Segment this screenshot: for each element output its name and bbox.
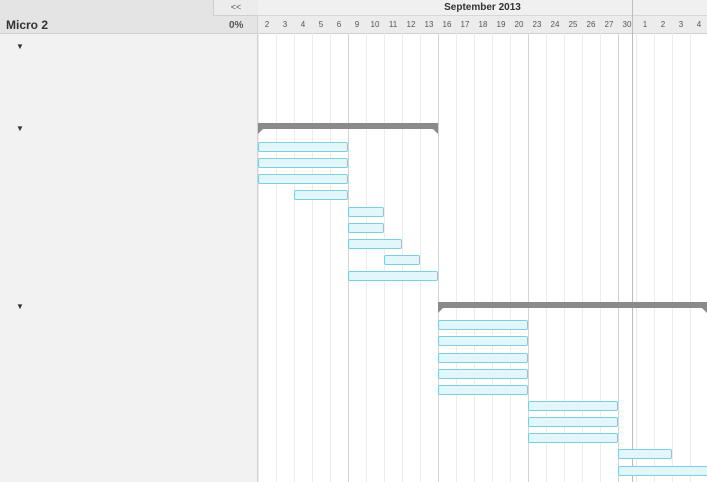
day-label: 3: [282, 20, 288, 29]
grid-line: [366, 33, 367, 482]
day-label: 12: [406, 20, 416, 29]
grid-line: [294, 33, 295, 482]
day-label: 10: [370, 20, 380, 29]
grid-line: [492, 33, 493, 482]
grid-line: [600, 33, 601, 482]
task-bar[interactable]: [438, 336, 528, 346]
project-title: Micro 2: [6, 18, 49, 32]
day-label: 25: [568, 20, 578, 29]
summary-bar[interactable]: [438, 302, 707, 313]
task-bar[interactable]: [348, 223, 384, 233]
task-bar[interactable]: [258, 174, 348, 184]
task-bar[interactable]: [258, 142, 348, 152]
task-bar[interactable]: [528, 417, 618, 427]
day-label: 3: [678, 20, 684, 29]
grid-line: [258, 33, 259, 482]
grid-line: [348, 33, 349, 482]
task-bar[interactable]: [528, 433, 618, 443]
day-label: 30: [622, 20, 632, 29]
day-label: 20: [514, 20, 524, 29]
group-p1[interactable]: ▼: [16, 40, 27, 52]
grid-line: [456, 33, 457, 482]
task-bar[interactable]: [258, 158, 348, 168]
day-label: 4: [696, 20, 702, 29]
project-percent: 0%: [229, 20, 244, 31]
task-bar[interactable]: [438, 353, 528, 363]
task-bar[interactable]: [348, 271, 438, 281]
grid-line: [528, 33, 529, 482]
grid-line: [636, 33, 637, 482]
task-list-panel: Micro 2 0% << ▼ ▼ ▼: [0, 0, 258, 482]
day-label: 2: [660, 20, 666, 29]
grid-line: [564, 33, 565, 482]
task-bar[interactable]: [384, 255, 420, 265]
day-label: 9: [354, 20, 360, 29]
grid-line: [330, 33, 331, 482]
grid-line: [690, 33, 691, 482]
collapse-panel-button[interactable]: <<: [213, 0, 258, 16]
month-divider: [632, 0, 633, 482]
day-label: 1: [642, 20, 648, 29]
grid-line: [312, 33, 313, 482]
day-label: 27: [604, 20, 614, 29]
task-bar[interactable]: [438, 320, 528, 330]
task-bar[interactable]: [438, 369, 528, 379]
month-header: September 2013: [258, 0, 707, 16]
day-label: 4: [300, 20, 306, 29]
day-label: 2: [264, 20, 270, 29]
collapse-triangle-icon[interactable]: ▼: [16, 302, 24, 311]
day-label: 24: [550, 20, 560, 29]
task-bar[interactable]: [618, 449, 672, 459]
task-bar[interactable]: [528, 401, 618, 411]
grid-line: [474, 33, 475, 482]
day-label: 11: [388, 20, 398, 29]
collapse-triangle-icon[interactable]: ▼: [16, 42, 24, 51]
group-p2[interactable]: ▼: [16, 122, 27, 134]
task-bar[interactable]: [348, 239, 402, 249]
day-label: 16: [442, 20, 452, 29]
task-bar[interactable]: [348, 207, 384, 217]
day-label: 5: [318, 20, 324, 29]
grid-line: [510, 33, 511, 482]
group-p3[interactable]: ▼: [16, 300, 27, 312]
task-bar[interactable]: [438, 385, 528, 395]
day-label: 18: [478, 20, 488, 29]
grid-line: [546, 33, 547, 482]
summary-bar[interactable]: [258, 123, 438, 134]
gantt-chart: September 2013 2 3 4 5 6 9 10 11 12 13 16 17 18 19 20 2…: [258, 0, 707, 482]
grid-line: [438, 33, 439, 482]
grid-line: [582, 33, 583, 482]
collapse-triangle-icon[interactable]: ▼: [16, 124, 24, 133]
day-label: 26: [586, 20, 596, 29]
task-bar[interactable]: [294, 190, 348, 200]
grid-line: [672, 33, 673, 482]
grid-line: [654, 33, 655, 482]
day-label: 17: [460, 20, 470, 29]
task-bar[interactable]: [618, 466, 707, 476]
day-label: 23: [532, 20, 542, 29]
day-label: 13: [424, 20, 434, 29]
task-list-header: Micro 2 0% <<: [0, 0, 258, 34]
grid-line: [276, 33, 277, 482]
grid-line: [420, 33, 421, 482]
grid-line: [618, 33, 619, 482]
day-label: 19: [496, 20, 506, 29]
day-label: 6: [336, 20, 342, 29]
